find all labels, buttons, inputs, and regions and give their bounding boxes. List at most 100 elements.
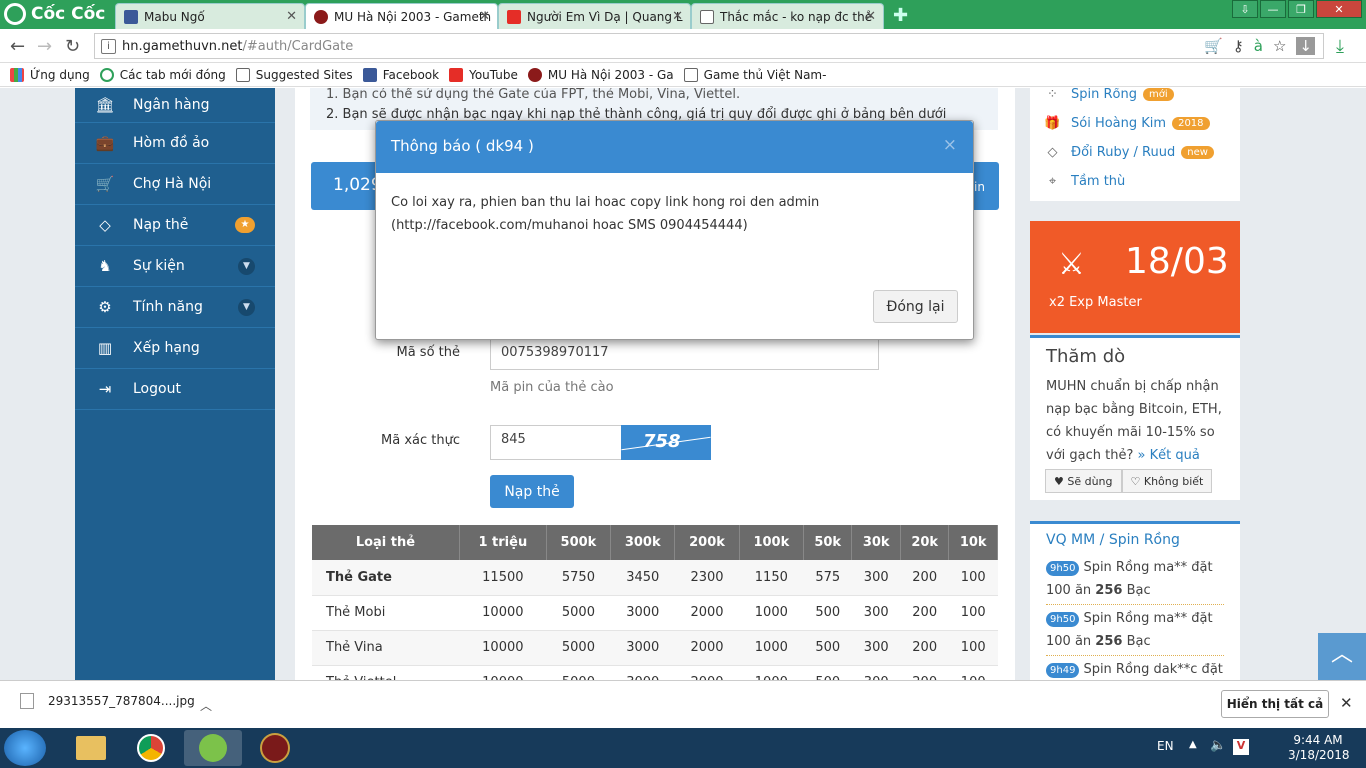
restore-icon[interactable]: ❐ — [1288, 0, 1314, 18]
browser-tab-strip: Cốc Cốc Mabu Ngố ✕ MU Hà Nội 2003 - Gamet… — [0, 0, 1366, 29]
bookmark-facebook[interactable]: Facebook — [362, 67, 440, 82]
key-icon[interactable]: ⚷ — [1233, 37, 1244, 55]
topup-submit-button[interactable]: Nạp thẻ — [490, 475, 574, 508]
tab-mabu[interactable]: Mabu Ngố ✕ — [115, 3, 305, 29]
back-icon[interactable]: ← — [10, 36, 25, 57]
tray-expand-icon[interactable]: ▲ — [1189, 739, 1197, 750]
url-input[interactable]: i hn.gamethuvn.net/#auth/CardGate 🛒 ⚷ à … — [94, 33, 1324, 59]
volume-icon[interactable]: 🔈 — [1210, 738, 1226, 753]
chrome-icon[interactable] — [122, 730, 180, 766]
chevron-up-icon[interactable]: ︿ — [200, 697, 212, 714]
mu-game-icon[interactable] — [246, 730, 304, 766]
promo-text: x2 Exp Master — [1049, 295, 1142, 310]
close-tab-icon[interactable]: ✕ — [286, 9, 297, 24]
time-badge: 9h49 — [1046, 663, 1080, 678]
sidebar-item-inventory[interactable]: 💼 Hòm đồ ảo — [75, 123, 275, 164]
site-info-icon[interactable]: i — [101, 38, 116, 54]
bookmark-game-thu[interactable]: Game thủ Việt Nam- — [683, 67, 826, 82]
rate-cell: 3000 — [610, 595, 675, 631]
sidebar-item-topup[interactable]: ◇ Nạp thẻ ★ — [75, 205, 275, 246]
link-tam-thu[interactable]: ⌖ Tầm thù — [1030, 167, 1240, 196]
vqmm-link[interactable]: VQ MM — [1046, 532, 1095, 548]
close-download-bar-icon[interactable]: ✕ — [1340, 694, 1353, 712]
bookmark-suggested-sites[interactable]: Suggested Sites — [235, 67, 353, 82]
coccoc-taskbar-icon[interactable] — [184, 730, 242, 766]
modal-close-button[interactable]: Đóng lại — [873, 290, 958, 323]
sidebar-item-logout[interactable]: ⇥ Logout — [75, 369, 275, 410]
chevron-down-icon[interactable]: ▼ — [238, 298, 255, 316]
close-window-icon[interactable]: ✕ — [1316, 0, 1362, 18]
rate-cell: 5000 — [546, 630, 611, 666]
close-icon[interactable]: × — [943, 135, 957, 155]
bookmark-youtube[interactable]: YouTube — [449, 67, 518, 82]
close-tab-icon[interactable]: ✕ — [479, 9, 490, 24]
rate-cell: 2300 — [674, 560, 740, 596]
bookmark-mu-hanoi[interactable]: MU Hà Nội 2003 - Ga — [527, 67, 674, 82]
event-promo-banner[interactable]: ⚔ 18/03 x2 Exp Master — [1030, 221, 1240, 333]
sidebar-item-label: Sự kiện — [133, 258, 185, 274]
close-tab-icon[interactable]: ✕ — [865, 9, 876, 24]
download-icon[interactable]: ⤓ — [1336, 36, 1344, 57]
start-button-icon[interactable] — [4, 730, 46, 766]
language-indicator[interactable]: EN — [1157, 739, 1174, 753]
rate-cell: 100 — [948, 595, 998, 631]
vote-yes-button[interactable]: ♥ Sẽ dùng — [1045, 469, 1122, 493]
card-code-input[interactable]: 0075398970117 — [490, 338, 879, 370]
column-header-value: 500k — [546, 525, 612, 560]
chevron-down-icon[interactable]: ▼ — [238, 257, 255, 275]
column-header-value: 1 triệu — [459, 525, 547, 560]
survey-results-link[interactable]: » Kết quả — [1138, 448, 1200, 463]
windows-taskbar: EN ▲ 🔈 V 9:44 AM 3/18/2018 — [0, 728, 1366, 768]
download-manager-icon[interactable]: ⇩ — [1232, 0, 1258, 18]
file-explorer-icon[interactable] — [62, 730, 120, 766]
column-header-value: 30k — [851, 525, 901, 560]
rate-cell: 200 — [900, 665, 949, 680]
table-row: Thẻ Gate 11500 5750 3450 2300 1150 575 300 200 10… — [312, 560, 998, 596]
heart-icon: ♡ — [1130, 474, 1144, 488]
antivirus-icon[interactable]: V — [1233, 739, 1249, 755]
sidebar-item-bank[interactable]: 🏛 Ngân hàng — [75, 88, 275, 123]
bookmark-label: Facebook — [382, 67, 440, 82]
bookmark-apps[interactable]: Ứng dụng — [10, 67, 90, 82]
tab-thac-mac[interactable]: Thắc mắc - ko nạp đc thẻ ✕ — [691, 3, 884, 29]
rate-cell: 10000 — [459, 630, 547, 666]
sidebar-item-events[interactable]: ♞ Sự kiện ▼ — [75, 246, 275, 287]
savior-download-icon[interactable]: ↓ — [1296, 37, 1315, 55]
rate-cell: 100 — [948, 665, 998, 680]
tab-youtube-song[interactable]: Người Em Vì Dạ | Quang L ✕ — [498, 3, 691, 29]
captcha-input[interactable]: 845 — [490, 425, 622, 460]
spin-rong-link[interactable]: Spin Rồng — [1109, 532, 1180, 548]
scroll-to-top-icon[interactable]: ︿ — [1318, 633, 1366, 680]
star-icon[interactable]: ☆ — [1273, 37, 1286, 55]
page-icon — [683, 67, 698, 82]
sidebar-item-ranking[interactable]: ▥ Xếp hạng — [75, 328, 275, 369]
link-doi-ruby[interactable]: ◇ Đổi Ruby / Ruud new — [1030, 138, 1240, 167]
close-tab-icon[interactable]: ✕ — [672, 9, 683, 24]
card-type-cell: Thẻ Gate — [312, 560, 460, 596]
captcha-image[interactable]: 758 — [621, 425, 711, 460]
sidebar-item-label: Tính năng — [133, 299, 203, 315]
vote-yes-label: Sẽ dùng — [1067, 474, 1113, 488]
reload-icon[interactable]: ↻ — [65, 36, 80, 57]
sidebar-item-features[interactable]: ⚙ Tính năng ▼ — [75, 287, 275, 328]
link-spin-rong[interactable]: ⁘ Spin Rồng mới — [1030, 88, 1240, 109]
forward-icon[interactable]: → — [37, 36, 52, 57]
download-item[interactable]: 29313557_787804....jpg — [20, 693, 195, 709]
sidebar-item-market[interactable]: 🛒 Chợ Hà Nội — [75, 164, 275, 205]
translate-icon[interactable]: à — [1254, 37, 1263, 55]
coccoc-logo[interactable]: Cốc Cốc — [4, 3, 105, 25]
show-all-downloads-button[interactable]: Hiển thị tất cả — [1221, 690, 1329, 718]
bookmark-recent-tabs[interactable]: Các tab mới đóng — [99, 67, 226, 82]
cart-icon[interactable]: 🛒 — [1204, 37, 1223, 55]
link-soi-hoang-kim[interactable]: 🎁 Sói Hoàng Kim 2018 — [1030, 109, 1240, 138]
minimize-icon[interactable]: — — [1260, 0, 1286, 18]
rate-cell: 10000 — [459, 665, 547, 680]
tab-mu-hanoi[interactable]: MU Hà Nội 2003 - Gameth ✕ — [305, 3, 498, 29]
system-clock[interactable]: 9:44 AM 3/18/2018 — [1288, 733, 1350, 763]
vote-unknown-button[interactable]: ♡ Không biết — [1121, 469, 1213, 493]
rate-cell: 3450 — [610, 560, 675, 596]
sidebar-item-label: Chợ Hà Nội — [133, 176, 212, 192]
new-tab-icon[interactable]: ✚ — [893, 5, 908, 26]
page-icon — [700, 9, 714, 24]
survey-panel: Thăm dò MUHN chuẩn bị chấp nhận nạp bạc … — [1030, 335, 1240, 500]
